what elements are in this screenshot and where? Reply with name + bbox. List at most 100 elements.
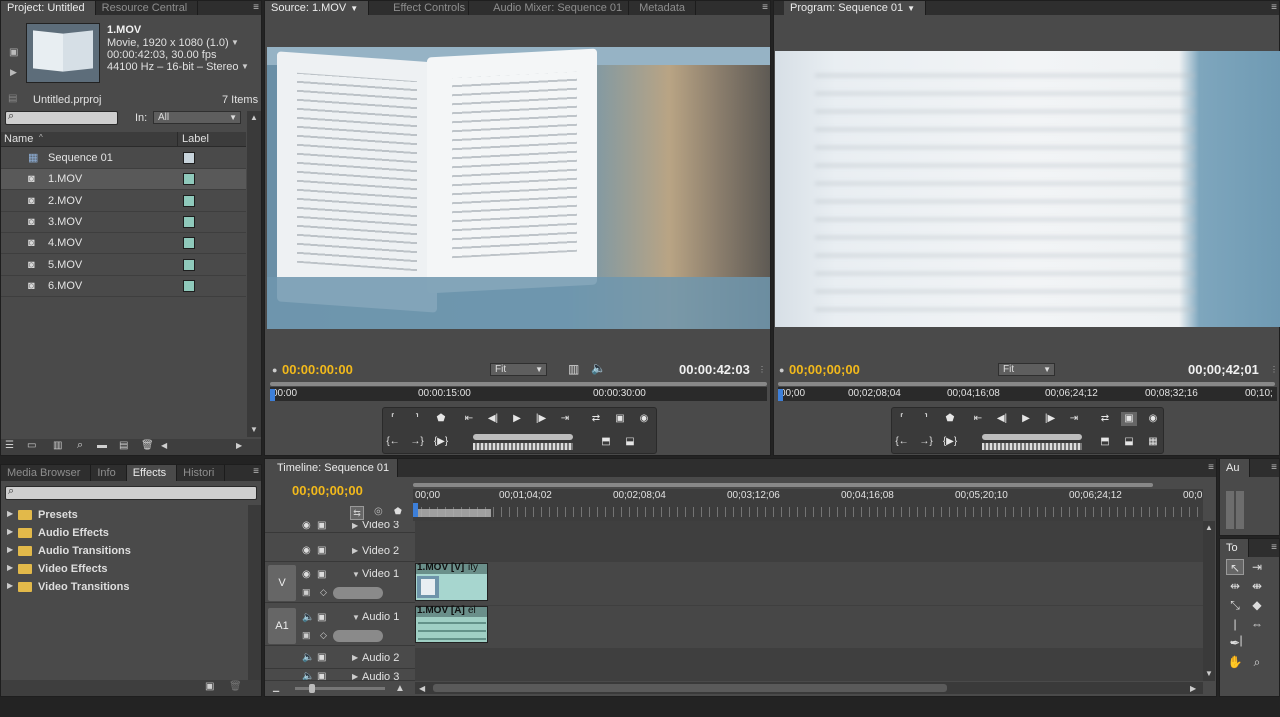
program-time-ruler[interactable]: 00;00 00;02;08;04 00;04;16;08 00;06;24;1… (778, 387, 1277, 401)
snap-icon[interactable]: ⇆ (350, 506, 364, 520)
lock-icon[interactable]: ▣ (317, 521, 326, 531)
tab-timeline[interactable]: Timeline: Sequence 01 (265, 459, 399, 477)
link-icon[interactable]: ◎ (374, 506, 383, 517)
play-button[interactable]: ▶ (509, 412, 525, 426)
play-thumbnail-icon[interactable]: ▶ (10, 67, 17, 78)
effects-folder[interactable]: ▶ Audio Transitions (1, 543, 247, 561)
scroll-thumb[interactable] (433, 684, 947, 692)
keyframe-icon[interactable]: ◇ (320, 587, 327, 598)
timeline-current-timecode[interactable]: 00;00;00;00 (292, 483, 363, 498)
zoom-tool-icon[interactable]: ⌕ (1248, 654, 1266, 670)
add-marker-icon[interactable]: ⬟ (942, 412, 958, 426)
pen-tool-icon[interactable]: ✒ (1226, 635, 1244, 651)
new-item-icon[interactable]: ▤ (119, 440, 128, 451)
tab-tools[interactable]: To (1220, 539, 1249, 557)
tab-effect-controls[interactable]: Effect Controls (369, 1, 470, 15)
list-view-icon[interactable]: ☰ (5, 440, 14, 451)
eye-icon[interactable]: ◉ (302, 521, 311, 531)
timeline-zoom-bar[interactable] (413, 483, 1153, 487)
column-label[interactable]: Label (182, 133, 209, 145)
add-marker-icon[interactable]: ⬟ (433, 412, 449, 426)
scroll-left-icon[interactable]: ◀ (161, 441, 167, 450)
lock-icon[interactable]: ▣ (317, 612, 326, 623)
project-scrollbar[interactable]: ▲ ▼ (247, 111, 261, 437)
shuttle-slider[interactable] (473, 434, 573, 440)
playhead-icon[interactable] (413, 503, 418, 517)
keyframe-nav[interactable] (333, 587, 383, 599)
list-item[interactable]: ◙ 5.MOV (1, 255, 246, 276)
lock-icon[interactable]: ▣ (317, 671, 326, 680)
program-current-timecode[interactable]: 00;00;00;00 (789, 362, 860, 377)
step-forward-icon[interactable]: |▶ (1042, 412, 1058, 426)
timeline-h-scrollbar[interactable]: ◀ ▶ (415, 682, 1203, 694)
expand-icon[interactable]: ▶ (7, 581, 13, 590)
mark-in-icon[interactable]: ⸢ (894, 412, 910, 426)
jog-wheel[interactable] (473, 443, 573, 450)
effects-search-input[interactable]: ⌕ (5, 485, 257, 500)
timeline-v-scrollbar[interactable]: ▲ ▼ (1203, 521, 1215, 681)
expand-icon[interactable]: ▶ (7, 563, 13, 572)
step-back-icon[interactable]: ◀| (485, 412, 501, 426)
automate-icon[interactable]: ▥ (53, 440, 62, 451)
audio-clip[interactable]: 1.MOV [A] el (415, 605, 488, 643)
scroll-left-icon[interactable]: ◀ (419, 684, 425, 693)
export-frame-icon[interactable]: ◉ (636, 412, 652, 426)
keyframe-icon[interactable]: ◇ (320, 630, 327, 641)
speaker-icon[interactable]: 🔈 (302, 671, 314, 680)
play-in-out-icon[interactable]: {▶} (942, 435, 958, 449)
panel-menu-icon[interactable]: ≡ (1271, 539, 1277, 557)
speaker-icon[interactable]: 🔈 (302, 612, 314, 623)
mark-in-icon[interactable]: ⸢ (385, 412, 401, 426)
collapse-icon[interactable]: ▼ (352, 570, 360, 579)
rolling-edit-tool-icon[interactable]: ⇼ (1248, 578, 1266, 594)
razor-tool-icon[interactable]: ◆ (1248, 597, 1266, 613)
poster-frame-icon[interactable]: ▣ (9, 47, 18, 58)
panel-menu-icon[interactable]: ≡ (1208, 459, 1214, 477)
source-a-tag[interactable]: A1 (268, 608, 296, 644)
list-item[interactable]: ◙ 2.MOV (1, 191, 246, 212)
slide-tool-icon[interactable]: ⇔ (1248, 616, 1266, 632)
lock-icon[interactable]: ▣ (317, 652, 326, 663)
source-zoom-bar[interactable] (270, 382, 767, 386)
in-filter-select[interactable]: All ▼ (153, 111, 241, 124)
export-frame-icon[interactable]: ◉ (1145, 412, 1161, 426)
expand-icon[interactable]: ▶ (7, 545, 13, 554)
go-to-out-icon[interactable]: ⇥ (557, 412, 573, 426)
clear-out-icon[interactable]: →} (409, 435, 425, 449)
play-in-out-icon[interactable]: {▶} (433, 435, 449, 449)
effects-folder[interactable]: ▶ Presets (1, 507, 247, 525)
column-name[interactable]: Name (4, 133, 33, 145)
eye-icon[interactable]: ◉ (302, 569, 311, 580)
program-zoom-bar[interactable] (778, 382, 1275, 386)
extract-icon[interactable]: ⬓ (622, 435, 638, 449)
lock-icon[interactable]: ▣ (317, 545, 326, 556)
clear-in-icon[interactable]: {← (385, 435, 401, 449)
list-item[interactable]: ◙ 1.MOV (1, 169, 246, 191)
slider-knob[interactable] (309, 684, 315, 693)
selection-tool-icon[interactable]: ↖ (1226, 559, 1244, 575)
zoom-out-icon[interactable]: ▁ (273, 683, 279, 692)
loop-icon[interactable]: ⇄ (1097, 412, 1113, 426)
ripple-edit-tool-icon[interactable]: ⇹ (1226, 578, 1244, 594)
settings-icon[interactable]: ⋮ (1270, 365, 1278, 374)
label-swatch[interactable] (183, 173, 195, 186)
scroll-down-icon[interactable]: ▼ (250, 425, 258, 434)
lift-icon[interactable]: ⬒ (598, 435, 614, 449)
lift-icon[interactable]: ⬒ (1097, 435, 1113, 449)
eye-icon[interactable]: ◉ (302, 545, 311, 556)
scroll-up-icon[interactable]: ▲ (1205, 523, 1213, 532)
panel-menu-icon[interactable]: ≡ (1271, 1, 1277, 15)
effects-folder[interactable]: ▶ Video Effects (1, 561, 247, 579)
go-to-out-icon[interactable]: ⇥ (1066, 412, 1082, 426)
source-zoom-select[interactable]: Fit ▼ (490, 363, 547, 376)
tab-source[interactable]: Source: 1.MOV ▼ (265, 1, 370, 15)
sort-icon[interactable]: ^ (39, 133, 43, 142)
label-swatch[interactable] (183, 279, 195, 292)
list-item[interactable]: ◙ 4.MOV (1, 233, 246, 255)
panel-menu-icon[interactable]: ≡ (253, 465, 259, 479)
display-style-icon[interactable]: ▣ (302, 630, 311, 641)
trash-icon[interactable]: 🗑 (229, 681, 242, 692)
trim-icon[interactable]: ▦ (1145, 435, 1161, 449)
label-swatch[interactable] (183, 215, 195, 228)
go-to-in-icon[interactable]: ⇤ (970, 412, 986, 426)
